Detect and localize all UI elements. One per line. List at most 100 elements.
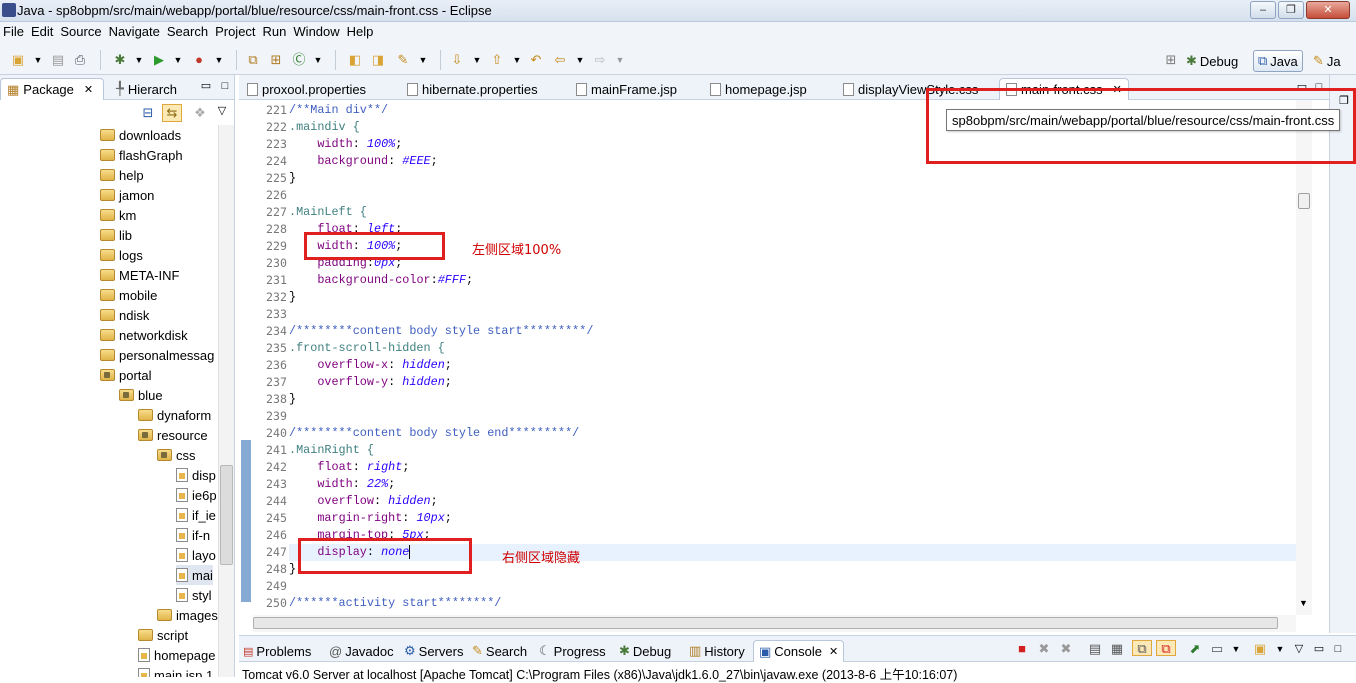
open-perspective-icon[interactable]: ⊞ [1163,52,1179,68]
tree-item[interactable]: dynaform [138,405,211,425]
previous-annotation-icon[interactable]: ⇧ [489,52,505,68]
tab-hierarchy[interactable]: ╄ Hierarch [116,78,177,100]
tree-item[interactable]: META-INF [100,265,179,285]
remove-launch-icon[interactable]: ✖ [1036,641,1052,657]
tree-item[interactable]: portal [100,365,152,385]
menu-navigate[interactable]: Navigate [106,22,164,43]
tree-item[interactable]: lib [100,225,132,245]
open-resource-icon[interactable]: ◨ [370,52,386,68]
new-dropdown-icon[interactable]: ▼ [30,52,46,68]
open-type-icon[interactable]: ◧ [347,52,363,68]
tree-item[interactable]: ie6p [176,485,217,505]
tree-item[interactable]: networkdisk [100,325,188,345]
tab-history[interactable]: ▥ History [689,640,745,662]
display-selected-console-icon[interactable]: ▭ [1209,641,1225,657]
menu-project[interactable]: Project [212,22,259,43]
open-console-dropdown-icon[interactable]: ▼ [1272,641,1288,657]
search-toolbar-icon[interactable]: ✎ [395,52,411,68]
next-annotation-dropdown-icon[interactable]: ▼ [469,52,485,68]
menu-search[interactable]: Search [164,22,212,43]
collapse-all-icon[interactable]: ⊟ [140,105,156,121]
menu-source[interactable]: Source [57,22,105,43]
tree-item[interactable]: images [157,605,218,625]
view-menu-icon[interactable]: ▽ [214,103,230,119]
tree-item[interactable]: flashGraph [100,145,183,165]
tab-package-explorer[interactable]: ▦ Package ✕ [0,78,104,100]
tree-item[interactable]: if-n [176,525,210,545]
menu-help[interactable]: Help [344,22,378,43]
scroll-down-icon[interactable]: ▼ [1299,598,1308,608]
new-package-icon[interactable]: ⊞ [268,52,284,68]
console-view-menu-icon[interactable]: ▽ [1291,641,1307,657]
display-console-dropdown-icon[interactable]: ▼ [1228,641,1244,657]
tab-mainframe-jsp[interactable]: mainFrame.jsp [576,78,677,100]
tab-problems[interactable]: ▤ Problems [243,640,311,662]
tree-item[interactable]: downloads [100,125,181,145]
code-text[interactable]: /**Main div**/ .maindiv { width: 100%; ba… [289,100,1299,612]
close-button[interactable]: ✕ [1306,1,1350,19]
terminate-icon[interactable]: ■ [1014,641,1030,657]
link-with-editor-icon[interactable]: ⇆ [162,104,182,122]
perspective-debug[interactable]: ✱ Debug [1186,50,1238,72]
tree-item[interactable]: km [100,205,136,225]
next-annotation-icon[interactable]: ⇩ [449,52,465,68]
editor-vertical-scrollbar[interactable]: ▼ [1296,100,1312,615]
tree-item[interactable]: styl [176,585,212,605]
previous-annotation-dropdown-icon[interactable]: ▼ [509,52,525,68]
minimize-view-icon[interactable]: ▭ [198,78,214,94]
tree-scroll-thumb[interactable] [220,465,233,565]
scroll-lock-icon[interactable]: ▦ [1109,641,1125,657]
tab-debug[interactable]: ✱ Debug [619,640,671,662]
tree-item[interactable]: mai [176,565,213,585]
pin-console-icon[interactable]: ⬈ [1187,641,1203,657]
tree-item[interactable]: layo [176,545,216,565]
tree-item[interactable]: main.jsp 1 [138,665,213,677]
new-class-dropdown-icon[interactable]: ▼ [310,52,326,68]
tab-servers[interactable]: ⚙ Servers [404,640,463,662]
tab-proxool-properties[interactable]: proxool.properties [247,78,366,100]
tree-item[interactable]: help [100,165,144,185]
back-icon[interactable]: ⇦ [552,52,568,68]
maximize-console-icon[interactable]: □ [1330,641,1346,657]
menu-run[interactable]: Run [260,22,291,43]
save-icon[interactable]: ▤ [50,52,66,68]
tree-item[interactable]: disp [176,465,216,485]
tree-item[interactable]: css [157,445,196,465]
last-edit-location-icon[interactable]: ↶ [528,52,544,68]
tree-item[interactable]: personalmessag [100,345,214,365]
open-console-icon[interactable]: ▣ [1252,641,1268,657]
tab-homepage-jsp[interactable]: homepage.jsp [710,78,807,100]
tree-item[interactable]: ndisk [100,305,149,325]
tree-item[interactable]: if_ie [176,505,216,525]
minimize-console-icon[interactable]: ▭ [1311,641,1327,657]
view-menu-icon-secondary[interactable]: ❖ [192,105,208,121]
tree-item[interactable]: resource [138,425,208,445]
maximize-button[interactable]: ❐ [1278,1,1304,19]
forward-icon[interactable]: ⇨ [592,52,608,68]
editor-horizontal-scrollbar[interactable] [253,615,1296,632]
new-java-project-icon[interactable]: ⧉ [245,52,261,68]
tab-hibernate-properties[interactable]: hibernate.properties [407,78,538,100]
perspective-other[interactable]: ✎ Ja [1313,50,1341,72]
tab-search[interactable]: ✎ Search [472,640,527,662]
tab-progress[interactable]: ☾ Progress [539,640,606,662]
minimize-button[interactable]: – [1250,1,1276,19]
tree-item[interactable]: blue [119,385,163,405]
tree-scrollbar[interactable] [218,125,234,677]
menu-window[interactable]: Window [290,22,343,43]
menu-edit[interactable]: Edit [28,22,57,43]
forward-dropdown-icon[interactable]: ▼ [612,52,628,68]
show-on-stderr-icon[interactable]: ⧉ [1156,640,1176,656]
tree-item[interactable]: logs [100,245,143,265]
tree-item[interactable]: jamon [100,185,154,205]
maximize-view-icon[interactable]: □ [217,78,233,94]
close-icon[interactable]: ✕ [829,645,838,658]
search-dropdown-icon[interactable]: ▼ [415,52,431,68]
run-dropdown-icon[interactable]: ▼ [170,52,186,68]
editor-vertical-scroll-thumb[interactable] [1298,193,1310,209]
new-icon[interactable]: ▣ [10,52,26,68]
tab-javadoc[interactable]: @ Javadoc [329,640,394,662]
run-icon[interactable]: ▶ [151,52,167,68]
remove-all-terminated-icon[interactable]: ✖ [1058,641,1074,657]
perspective-java[interactable]: ⧉ Java [1253,50,1303,72]
